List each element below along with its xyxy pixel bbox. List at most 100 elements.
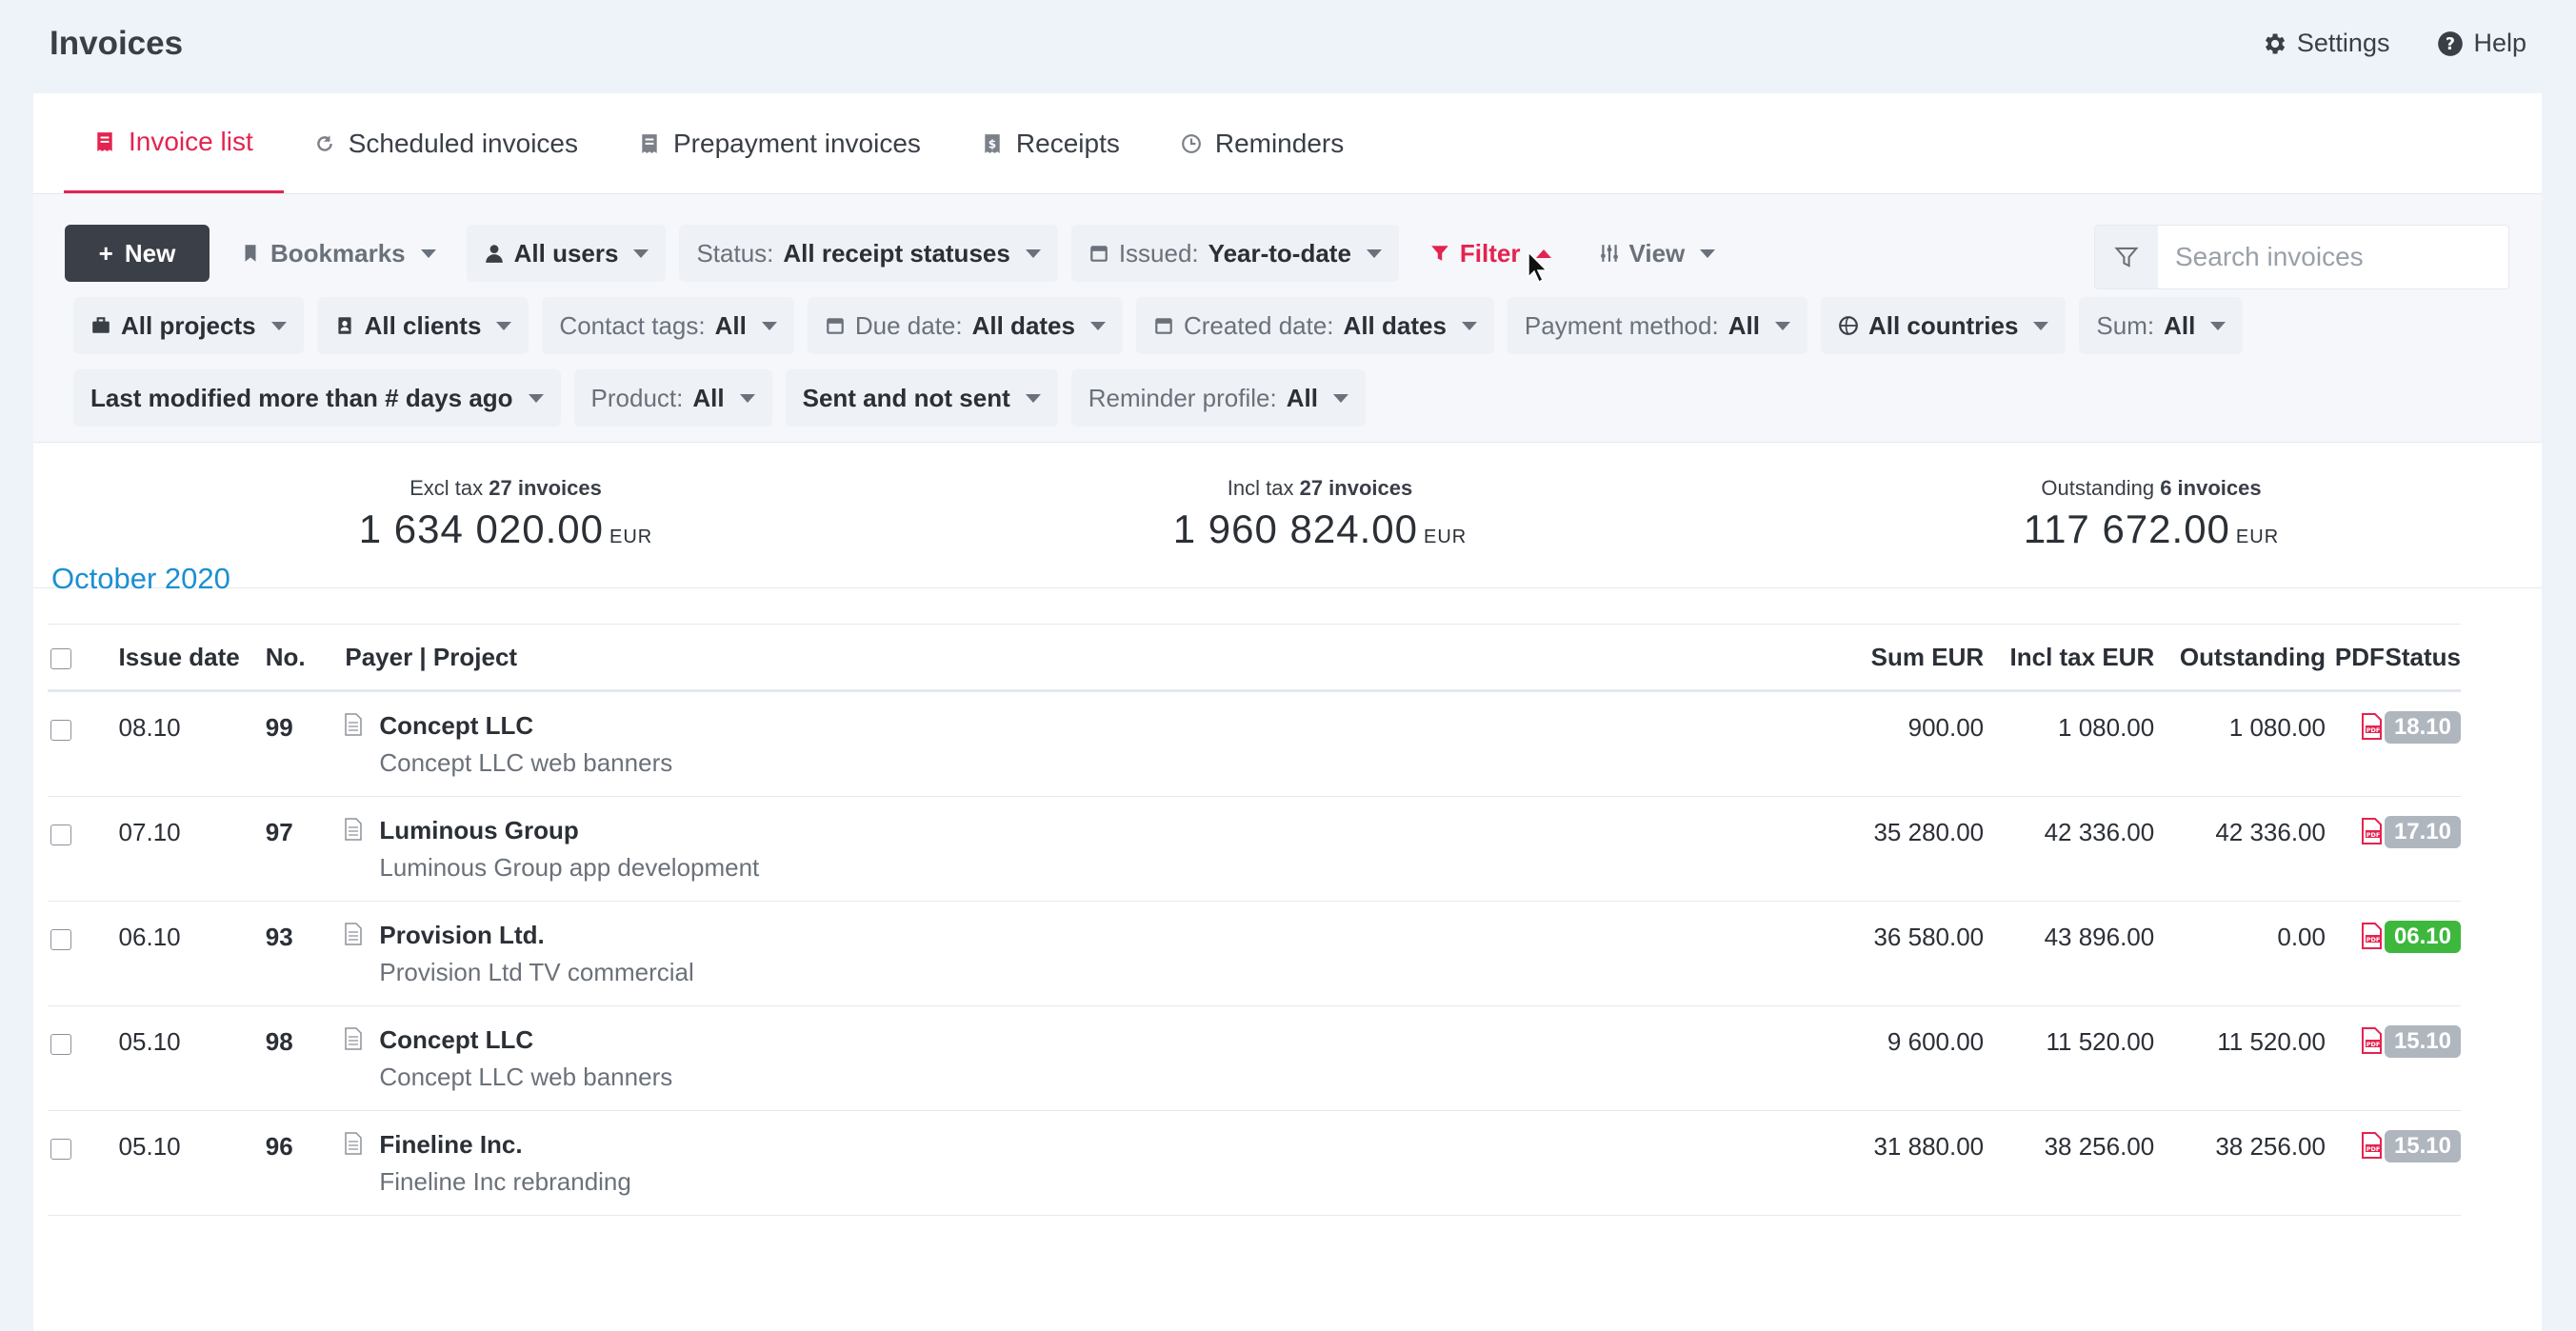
select-all-checkbox[interactable] bbox=[50, 647, 71, 669]
product-dropdown[interactable]: Product: All bbox=[573, 369, 772, 427]
status-cell: 17.10 bbox=[2384, 796, 2461, 902]
table-row[interactable]: 05.10 96 Fineline Inc. Fineline Inc rebr… bbox=[48, 1110, 2461, 1216]
invoice-count: 27 invoices bbox=[489, 476, 602, 500]
svg-text:PDF: PDF bbox=[2366, 1041, 2381, 1048]
tab-scheduled-invoices[interactable]: Scheduled invoices bbox=[284, 93, 609, 193]
tab-invoice-list[interactable]: Invoice list bbox=[64, 93, 284, 193]
invoice-number[interactable]: 99 bbox=[266, 713, 346, 743]
contact-tags-dropdown[interactable]: Contact tags: All bbox=[542, 297, 794, 354]
table-row[interactable]: 07.10 97 Luminous Group Luminous Group a… bbox=[48, 796, 2461, 902]
new-invoice-button[interactable]: + New bbox=[65, 225, 210, 282]
amount-value: 117 672.00 bbox=[2023, 507, 2230, 551]
tab-label: Prepayment invoices bbox=[673, 128, 921, 158]
funnel-outline-icon[interactable] bbox=[2095, 226, 2158, 288]
contact-tags-key: Contact tags: bbox=[559, 310, 706, 340]
payer-text: Provision Ltd. Provision Ltd TV commerci… bbox=[379, 921, 693, 987]
status-badge[interactable]: 15.10 bbox=[2384, 1130, 2461, 1162]
row-checkbox[interactable] bbox=[50, 1139, 71, 1160]
incl-tax-cell: 11 520.00 bbox=[1984, 1005, 2155, 1111]
bookmarks-dropdown[interactable]: Bookmarks bbox=[223, 225, 453, 282]
mouse-cursor-icon bbox=[1528, 251, 1548, 284]
row-checkbox[interactable] bbox=[50, 1034, 71, 1055]
view-dropdown[interactable]: View bbox=[1582, 225, 1733, 282]
header-issue-date[interactable]: Issue date bbox=[118, 624, 266, 692]
row-select-cell bbox=[48, 1110, 119, 1216]
header-no[interactable]: No. bbox=[265, 624, 346, 692]
countries-dropdown[interactable]: All countries bbox=[1820, 297, 2067, 354]
pdf-icon[interactable]: PDF bbox=[2360, 923, 2385, 949]
caret-down-icon bbox=[270, 321, 287, 330]
view-label: View bbox=[1628, 238, 1686, 268]
sent-status-dropdown[interactable]: Sent and not sent bbox=[785, 369, 1058, 427]
row-checkbox[interactable] bbox=[50, 929, 71, 950]
number-cell: 93 bbox=[265, 901, 346, 1006]
tab-reminders[interactable]: Reminders bbox=[1150, 93, 1374, 193]
pdf-icon[interactable]: PDF bbox=[2360, 1027, 2385, 1054]
caret-down-icon bbox=[1366, 248, 1382, 258]
number-cell: 97 bbox=[265, 796, 346, 902]
issue-date: 06.10 bbox=[118, 923, 181, 951]
sum-value: 9 600.00 bbox=[1887, 1027, 1985, 1056]
created-date-dropdown[interactable]: Created date: All dates bbox=[1135, 297, 1494, 354]
status-dropdown[interactable]: Status: All receipt statuses bbox=[679, 225, 1058, 282]
invoice-number[interactable]: 98 bbox=[266, 1027, 346, 1057]
users-dropdown[interactable]: All users bbox=[466, 225, 667, 282]
due-date-value: All dates bbox=[971, 310, 1075, 340]
status-badge[interactable]: 17.10 bbox=[2384, 816, 2461, 848]
pdf-icon[interactable]: PDF bbox=[2360, 818, 2385, 844]
outstanding-cell: 42 336.00 bbox=[2154, 796, 2326, 902]
project-name: Provision Ltd TV commercial bbox=[379, 958, 694, 986]
total-amount: 1 960 824.00 EUR bbox=[1082, 507, 1558, 552]
payer-name[interactable]: Fineline Inc. bbox=[379, 1130, 631, 1160]
tab-prepayment-invoices[interactable]: Prepayment invoices bbox=[609, 93, 951, 193]
header-sum[interactable]: Sum EUR bbox=[1817, 624, 1985, 692]
projects-dropdown[interactable]: All projects bbox=[73, 297, 304, 354]
row-checkbox[interactable] bbox=[50, 720, 71, 741]
caret-down-icon bbox=[1461, 321, 1477, 330]
header-status[interactable]: Status bbox=[2384, 624, 2461, 692]
header-incl-tax[interactable]: Incl tax EUR bbox=[1984, 624, 2155, 692]
status-badge[interactable]: 06.10 bbox=[2384, 921, 2461, 953]
incl-tax-value: 1 080.00 bbox=[2058, 713, 2155, 742]
bookmark-icon bbox=[245, 245, 256, 262]
project-name: Concept LLC web banners bbox=[379, 748, 673, 777]
table-row[interactable]: 06.10 93 Provision Ltd. Provision Ltd TV… bbox=[48, 901, 2461, 1006]
clients-dropdown[interactable]: All clients bbox=[316, 297, 529, 354]
reminder-profile-dropdown[interactable]: Reminder profile: All bbox=[1070, 369, 1366, 427]
status-badge[interactable]: 15.10 bbox=[2384, 1025, 2461, 1058]
help-link[interactable]: ? Help bbox=[2437, 29, 2526, 58]
issued-dropdown[interactable]: Issued: Year-to-date bbox=[1070, 225, 1399, 282]
settings-label: Settings bbox=[2296, 29, 2390, 57]
due-date-dropdown[interactable]: Due date: All dates bbox=[807, 297, 1123, 354]
payer-name[interactable]: Provision Ltd. bbox=[379, 921, 693, 950]
last-modified-dropdown[interactable]: Last modified more than # days ago bbox=[73, 369, 561, 427]
tab-receipts[interactable]: $ Receipts bbox=[951, 93, 1150, 193]
product-value: All bbox=[692, 383, 725, 412]
payer-name[interactable]: Concept LLC bbox=[379, 1025, 672, 1055]
payment-method-dropdown[interactable]: Payment method: All bbox=[1507, 297, 1807, 354]
outstanding-value: 38 256.00 bbox=[2215, 1132, 2326, 1161]
sum-dropdown[interactable]: Sum: All bbox=[2079, 297, 2244, 354]
settings-link[interactable]: Settings bbox=[2261, 29, 2390, 58]
table-row[interactable]: 05.10 98 Concept LLC Concept LLC web ban… bbox=[48, 1005, 2461, 1111]
month-heading: October 2020 bbox=[51, 562, 230, 595]
search-input[interactable] bbox=[2158, 241, 2501, 273]
table-row[interactable]: 08.10 99 Concept LLC Concept LLC web ban… bbox=[48, 690, 2461, 797]
pdf-cell: PDF bbox=[2325, 1005, 2385, 1111]
pdf-icon[interactable]: PDF bbox=[2360, 1132, 2385, 1159]
tab-label: Scheduled invoices bbox=[348, 128, 578, 158]
header-outstanding[interactable]: Outstanding bbox=[2154, 624, 2326, 692]
total-excl-tax: Excl tax 27 invoices 1 634 020.00 EUR bbox=[268, 476, 744, 552]
status-cell: 18.10 bbox=[2384, 690, 2461, 797]
invoice-number[interactable]: 97 bbox=[266, 818, 346, 847]
payer-name[interactable]: Concept LLC bbox=[379, 711, 672, 741]
pdf-icon[interactable]: PDF bbox=[2360, 713, 2385, 740]
invoice-number[interactable]: 93 bbox=[266, 923, 346, 952]
invoice-number[interactable]: 96 bbox=[266, 1132, 346, 1162]
payer-name[interactable]: Luminous Group bbox=[379, 816, 759, 845]
invoice-count: 27 invoices bbox=[1299, 476, 1413, 500]
total-caption: Excl tax 27 invoices bbox=[268, 476, 744, 501]
header-payer[interactable]: Payer | Project bbox=[345, 624, 1818, 692]
status-badge[interactable]: 18.10 bbox=[2384, 711, 2461, 744]
row-checkbox[interactable] bbox=[50, 824, 71, 845]
